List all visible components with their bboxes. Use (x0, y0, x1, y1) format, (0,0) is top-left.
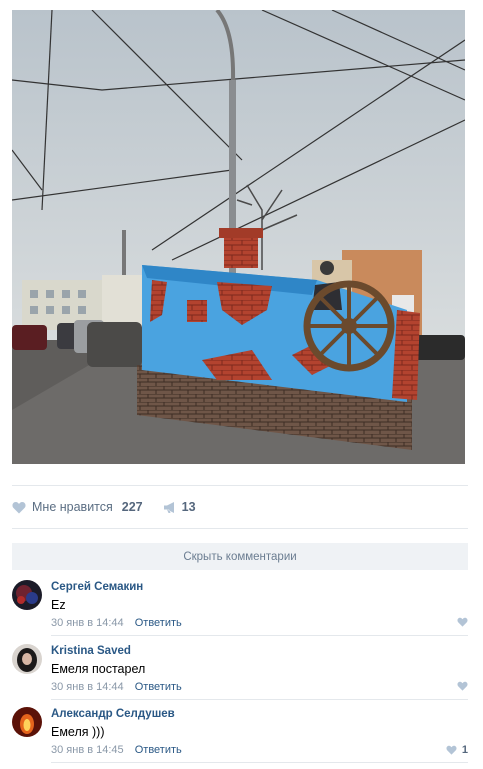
avatar-image (12, 580, 42, 610)
heart-icon (457, 681, 468, 691)
comment-like-button[interactable] (457, 681, 468, 691)
reply-link[interactable]: Ответить (135, 681, 182, 693)
reply-link[interactable]: Ответить (135, 744, 182, 756)
comment-item: Сергей Семакин Ez 30 янв в 14:44 Ответит… (12, 580, 468, 642)
heart-icon (12, 501, 26, 513)
comment-author[interactable]: Kristina Saved (51, 645, 131, 657)
avatar[interactable] (12, 644, 42, 674)
comment-divider (51, 635, 468, 636)
comment-meta: 30 янв в 14:45 Ответить (51, 744, 182, 756)
comment-like-button[interactable] (457, 617, 468, 627)
comment-meta: 30 янв в 14:44 Ответить (51, 617, 182, 629)
avatar-image (12, 707, 42, 737)
avatar-image (12, 644, 42, 674)
post-photo[interactable] (12, 10, 465, 464)
comment-text: Емеля постарел (51, 662, 146, 676)
comment-item: Александр Селдушев Емеля ))) 30 янв в 14… (12, 707, 468, 769)
actions-bottom-divider (12, 528, 468, 529)
comment-date[interactable]: 30 янв в 14:44 (51, 681, 124, 693)
avatar[interactable] (12, 580, 42, 610)
comment-author[interactable]: Сергей Семакин (51, 581, 143, 593)
share-count: 13 (181, 500, 196, 514)
actions-top-divider (12, 485, 468, 486)
parade-float-photo (12, 10, 465, 464)
share-button[interactable]: 13 (163, 500, 196, 514)
comment-divider (51, 699, 468, 700)
like-button[interactable]: Мне нравится 227 (12, 500, 143, 514)
comment-like-button[interactable]: 1 (446, 744, 468, 756)
comment-divider (51, 762, 468, 763)
heart-icon (446, 745, 457, 755)
comment-text: Ez (51, 598, 66, 612)
hide-comments-button[interactable]: Скрыть комментарии (12, 543, 468, 570)
post-actions: Мне нравится 227 13 (12, 494, 196, 520)
avatar[interactable] (12, 707, 42, 737)
like-count: 227 (121, 500, 143, 514)
comment-text: Емеля ))) (51, 725, 105, 739)
comment-date[interactable]: 30 янв в 14:44 (51, 617, 124, 629)
megaphone-icon (163, 501, 174, 513)
comment-item: Kristina Saved Емеля постарел 30 янв в 1… (12, 644, 468, 706)
comment-meta: 30 янв в 14:44 Ответить (51, 681, 182, 693)
comment-author[interactable]: Александр Селдушев (51, 708, 175, 720)
heart-icon (457, 617, 468, 627)
comment-like-count: 1 (461, 744, 468, 756)
reply-link[interactable]: Ответить (135, 617, 182, 629)
comment-date[interactable]: 30 янв в 14:45 (51, 744, 124, 756)
like-label: Мне нравится (32, 500, 113, 514)
hide-comments-label: Скрыть комментарии (183, 550, 297, 563)
